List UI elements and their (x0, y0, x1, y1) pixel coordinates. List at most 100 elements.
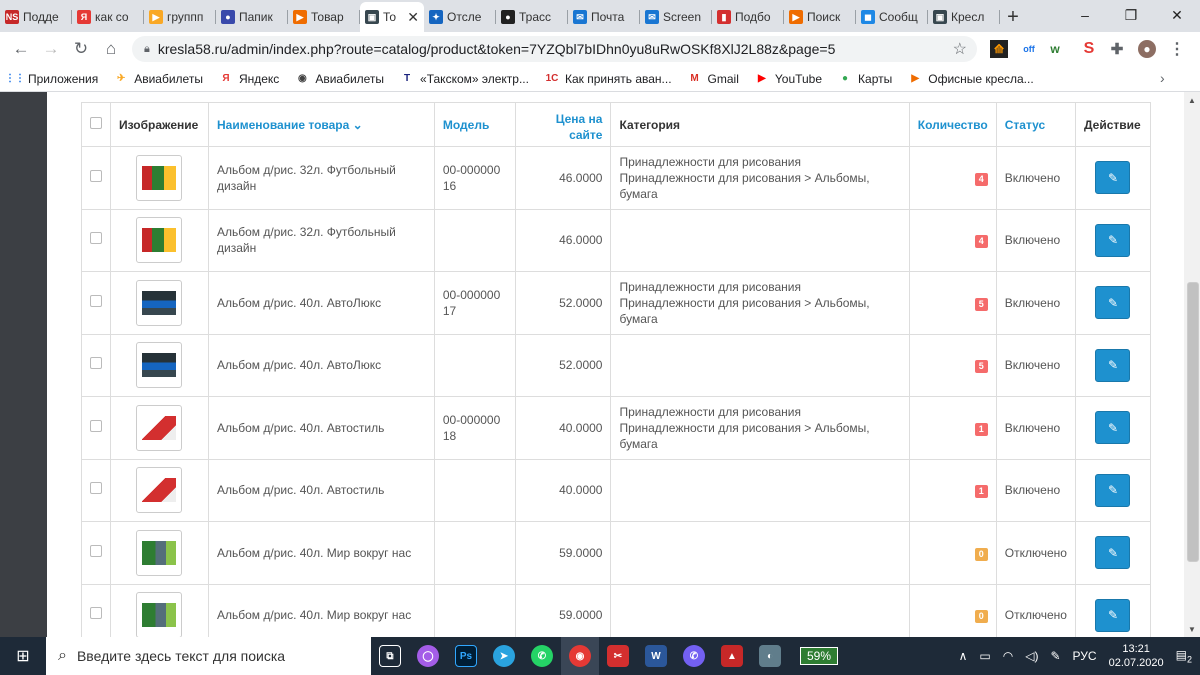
row-checkbox-cell[interactable] (81, 583, 111, 637)
browser-tab[interactable]: Якак со (72, 2, 144, 32)
browser-tab[interactable]: ● Папик (216, 2, 288, 32)
bookmark-item[interactable]: ● Карты (830, 72, 900, 86)
product-thumbnail[interactable] (136, 154, 183, 201)
bookmark-item[interactable]: ✈ Авиабилеты (106, 72, 211, 86)
product-thumbnail[interactable] (136, 467, 183, 514)
edit-button[interactable]: ✎ (1095, 598, 1131, 632)
lock-icon[interactable]: 🔒︎ (144, 43, 150, 56)
tab-close-icon[interactable]: ✕ (407, 9, 419, 26)
row-checkbox-cell[interactable] (81, 271, 111, 335)
extensions-puzzle-icon[interactable]: ✚ (1108, 40, 1126, 58)
address-bar[interactable]: 🔒︎ kresla58.ru/admin/index.php?route=cat… (132, 36, 977, 62)
chrome-icon[interactable]: ◉ (561, 637, 599, 675)
browser-tab[interactable]: ▣ Кресл (928, 2, 1000, 32)
row-checkbox[interactable] (90, 544, 102, 557)
browser-tab[interactable]: ✉ Screen (640, 2, 712, 32)
wifi-icon[interactable]: ◠ (1003, 649, 1013, 663)
tray-chevron-icon[interactable]: ∧ (959, 649, 968, 663)
minimize-button[interactable]: – (1062, 0, 1108, 30)
scroll-down-icon[interactable]: ▼ (1184, 621, 1200, 637)
product-thumbnail[interactable] (136, 592, 183, 637)
product-thumbnail[interactable] (136, 404, 183, 451)
row-checkbox-cell[interactable] (81, 396, 111, 460)
whatsapp-icon[interactable]: ✆ (523, 637, 561, 675)
row-checkbox[interactable] (90, 232, 102, 245)
product-thumbnail[interactable] (136, 279, 183, 326)
browser-tab[interactable]: ▶ Товар (288, 2, 360, 32)
row-checkbox[interactable] (90, 607, 102, 620)
row-checkbox[interactable] (90, 294, 102, 307)
profile-avatar[interactable]: ● (1138, 40, 1156, 58)
scrollbar-thumb[interactable] (1187, 282, 1199, 562)
browser-tab[interactable]: ◼ Сообщ (856, 2, 928, 32)
product-thumbnail[interactable] (136, 217, 183, 264)
header-status[interactable]: Статус (995, 102, 1076, 147)
back-icon[interactable]: ← (6, 34, 36, 64)
pen-icon[interactable]: ✎ (1050, 649, 1060, 663)
browser-tab[interactable]: ▶ Поиск (784, 2, 856, 32)
language-indicator[interactable]: РУС (1073, 649, 1097, 663)
extension-icon[interactable]: ⟰ (990, 40, 1008, 58)
new-tab-button[interactable]: + (1000, 2, 1026, 32)
photoshop-icon[interactable]: Ps (447, 637, 485, 675)
browser-tab[interactable]: NS Подде (0, 2, 72, 32)
battery-widget[interactable]: 59% (789, 637, 849, 675)
reload-icon[interactable]: ↻ (66, 34, 96, 64)
row-checkbox[interactable] (90, 357, 102, 370)
home-icon[interactable]: ⌂ (96, 34, 126, 64)
windows-start-icon[interactable]: ⊞ (0, 637, 46, 675)
browser-tab[interactable]: ✉ Почта (568, 2, 640, 32)
edit-button[interactable]: ✎ (1095, 223, 1131, 257)
s-extension-icon[interactable]: S (1080, 40, 1098, 58)
header-quantity[interactable]: Количество (908, 102, 997, 147)
taskbar-search-placeholder[interactable]: Введите здесь текст для поиска (77, 648, 285, 664)
browser-tab[interactable]: ● Трасс (496, 2, 568, 32)
browser-tab[interactable]: ✦ Отсле (424, 2, 496, 32)
row-checkbox-cell[interactable] (81, 521, 111, 585)
edit-button[interactable]: ✎ (1095, 536, 1131, 570)
volume-icon[interactable]: ◁) (1025, 649, 1038, 663)
w-extension-icon[interactable]: w (1046, 40, 1064, 58)
row-checkbox-cell[interactable] (81, 146, 111, 210)
header-price-label[interactable]: Цена на сайте (546, 111, 603, 143)
bookmark-item[interactable]: ◉ Авиабилеты (287, 72, 392, 86)
edit-button[interactable]: ✎ (1095, 411, 1131, 445)
bookmark-item[interactable]: 1C Как принять аван... (537, 72, 680, 86)
select-all-checkbox-cell[interactable] (81, 102, 111, 147)
row-checkbox[interactable] (90, 419, 102, 432)
telegram-icon[interactable]: ➤ (485, 637, 523, 675)
row-checkbox-cell[interactable] (81, 208, 111, 272)
header-price[interactable]: Цена на сайте (514, 102, 612, 147)
page-scrollbar[interactable]: ▲ ▼ (1184, 92, 1200, 637)
app-red-icon[interactable]: ▲ (713, 637, 751, 675)
alice-icon[interactable]: ◯ (409, 637, 447, 675)
bookmark-star-icon[interactable]: ☆ (953, 39, 967, 59)
header-model[interactable]: Модель (433, 102, 516, 147)
taskbar-search-box[interactable]: ⌕ Введите здесь текст для поиска (46, 637, 371, 675)
edit-button[interactable]: ✎ (1095, 286, 1131, 320)
row-checkbox[interactable] (90, 482, 102, 495)
browser-tab[interactable]: ▣ То ✕ (360, 2, 424, 32)
product-thumbnail[interactable] (136, 342, 183, 389)
tray-monitor-icon[interactable]: ▭ (979, 649, 990, 663)
row-checkbox[interactable] (90, 169, 102, 182)
bookmarks-overflow-icon[interactable]: › (1160, 70, 1165, 86)
scroll-up-icon[interactable]: ▲ (1184, 92, 1200, 108)
select-all-checkbox[interactable] (90, 117, 102, 129)
row-checkbox-cell[interactable] (81, 458, 111, 522)
close-window-button[interactable]: ✕ (1154, 0, 1200, 30)
sale-extension-icon[interactable]: off (1020, 40, 1038, 58)
bookmark-item[interactable]: M Gmail (680, 72, 747, 86)
clock[interactable]: 13:21 02.07.2020 (1109, 642, 1164, 670)
maximize-button[interactable]: ❐ (1108, 0, 1154, 30)
bookmark-item[interactable]: T «Такском» электр... (392, 72, 537, 86)
bookmark-item[interactable]: ▶ Офисные кресла... (900, 72, 1041, 86)
viber-icon[interactable]: ✆ (675, 637, 713, 675)
header-name-label[interactable]: Наименование товара (217, 118, 349, 132)
menu-kebab-icon[interactable]: ⋮ (1168, 40, 1186, 58)
header-name[interactable]: Наименование товара ⌄ (207, 102, 435, 147)
notifications-icon[interactable]: ▤2 (1176, 648, 1192, 664)
bookmark-item[interactable]: Я Яндекс (211, 72, 287, 86)
browser-tab[interactable]: ▮ Подбо (712, 2, 784, 32)
bookmark-item[interactable]: ⋮⋮ Приложения (0, 72, 106, 86)
